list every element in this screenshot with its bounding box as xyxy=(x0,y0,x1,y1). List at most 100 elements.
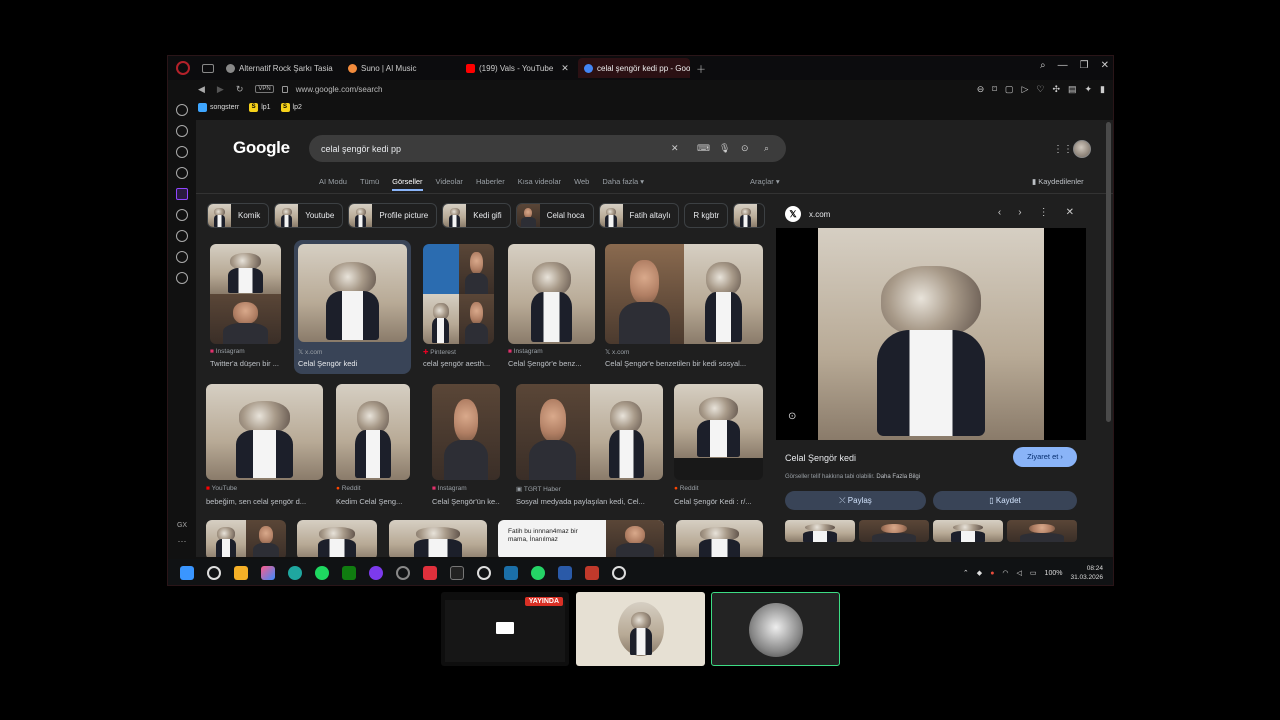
steam-icon[interactable] xyxy=(504,566,518,580)
reload-icon[interactable]: ↻ xyxy=(236,84,244,95)
wifi-icon[interactable]: ◠ xyxy=(1002,569,1008,577)
chip-profile-picture[interactable]: Profile picture xyxy=(348,203,438,228)
result-card[interactable] xyxy=(206,520,286,557)
chip-fatih-altayli[interactable]: Fatih altaylı xyxy=(598,203,680,228)
filter-images[interactable]: Görseller xyxy=(392,177,423,191)
chip-celal-hoca[interactable]: Celal hoca xyxy=(515,203,594,228)
gx-control-icon[interactable] xyxy=(176,104,188,116)
preview-title[interactable]: Celal Şengör kedi xyxy=(785,453,856,463)
result-card[interactable]: ✚ Pinterest celal şengör aesth... xyxy=(423,244,494,374)
participant-tile[interactable] xyxy=(576,592,705,666)
opera-gx-logo-icon[interactable] xyxy=(176,61,190,75)
tab-suno[interactable]: Suno | AI Music xyxy=(342,58,460,78)
related-image[interactable] xyxy=(933,520,1003,542)
result-card[interactable]: Fatih bu innnan4maz bir mama, İnanılmaz xyxy=(498,520,664,557)
workspaces-icon[interactable] xyxy=(202,63,214,73)
result-card[interactable] xyxy=(297,520,377,557)
filter-ai-mode[interactable]: AI Modu xyxy=(319,177,347,191)
filter-news[interactable]: Haberler xyxy=(476,177,505,191)
result-card[interactable]: ■ Instagram Celal Şengör'e benz... xyxy=(508,244,595,374)
clock[interactable]: 08:24 31.03.2026 xyxy=(1070,564,1103,582)
lens-search-icon[interactable]: ⊙ xyxy=(788,411,796,422)
lock-icon[interactable] xyxy=(281,85,288,93)
microphone-icon[interactable]: 🎙 xyxy=(719,143,730,154)
result-card[interactable]: 𝕏 x.com Celal Şengör'e benzetilen bir ke… xyxy=(605,244,763,374)
chip-r-kgbtr[interactable]: R kgbtr xyxy=(684,203,729,228)
tray-app-icon[interactable]: ◆ xyxy=(977,569,982,577)
filter-web[interactable]: Web xyxy=(574,177,589,191)
app-icon[interactable] xyxy=(585,566,599,580)
media-player-icon[interactable] xyxy=(477,566,491,580)
app-icon[interactable] xyxy=(612,566,626,580)
save-button[interactable]: ▯ Kaydet xyxy=(933,491,1077,510)
extensions-sidebar-icon[interactable] xyxy=(176,251,188,263)
app-icon[interactable] xyxy=(423,566,437,580)
taskbar-search-icon[interactable] xyxy=(207,566,221,580)
google-logo[interactable]: Google xyxy=(233,138,290,158)
close-preview-icon[interactable]: ✕ xyxy=(1066,207,1074,218)
lens-icon[interactable]: ⊙ xyxy=(741,143,749,154)
chevron-up-icon[interactable]: ⌃ xyxy=(963,569,969,577)
chip-kedi-gifi[interactable]: Kedi gifi xyxy=(442,203,511,228)
bookmark-songsterr[interactable]: songsterr xyxy=(198,102,239,112)
related-image[interactable] xyxy=(785,520,855,542)
result-card[interactable] xyxy=(389,520,487,557)
keyboard-icon[interactable]: ⌨ xyxy=(697,143,710,154)
bookmark-lp1[interactable]: S lp1 xyxy=(249,102,271,112)
search-input[interactable]: celal şengör kedi pp xyxy=(321,144,401,154)
filter-all[interactable]: Tümü xyxy=(360,177,379,191)
app-icon[interactable] xyxy=(558,566,572,580)
participant-tile-active[interactable] xyxy=(711,592,840,666)
next-icon[interactable]: › xyxy=(1018,207,1021,218)
twitch-icon[interactable] xyxy=(176,188,188,200)
epic-games-icon[interactable] xyxy=(450,566,464,580)
forward-icon[interactable]: ▶ xyxy=(217,84,224,95)
close-window-icon[interactable]: ✕ xyxy=(1101,60,1109,71)
filter-videos[interactable]: Videolar xyxy=(436,177,463,191)
chip-overflow[interactable] xyxy=(733,203,766,228)
more-icon[interactable]: ··· xyxy=(178,536,187,546)
tab-google-search[interactable]: celal şengör kedi pp - Goo xyxy=(578,58,690,78)
search-icon[interactable]: ⌕ xyxy=(764,143,769,154)
chip-youtube[interactable]: Youtube xyxy=(274,203,344,228)
cast-icon[interactable]: ▤ xyxy=(1068,84,1077,95)
result-card-selected[interactable]: 𝕏 x.com Celal Şengör kedi xyxy=(294,240,411,374)
opera-gx-taskbar-icon[interactable] xyxy=(396,566,410,580)
spotify-icon[interactable] xyxy=(315,566,329,580)
discord-icon[interactable] xyxy=(176,209,188,221)
vpn-badge[interactable]: VPN xyxy=(255,85,274,93)
x-logo-icon[interactable]: 𝕏 xyxy=(785,206,801,222)
xbox-icon[interactable] xyxy=(342,566,356,580)
filter-more[interactable]: Daha fazla ▾ xyxy=(602,177,644,191)
tools-button[interactable]: Araçlar ▾ xyxy=(750,177,780,186)
sidebar-toggle-icon[interactable]: ▮ xyxy=(1100,84,1105,95)
player-icon[interactable]: ▷ xyxy=(1021,84,1028,95)
scrollbar-thumb[interactable] xyxy=(1106,122,1111,422)
preview-image-area[interactable]: ⊙ xyxy=(776,228,1086,440)
zoom-icon[interactable]: ⊖ xyxy=(977,84,985,95)
bookmark-lp2[interactable]: S lp2 xyxy=(280,102,302,112)
result-card[interactable]: ▣ TGRT Haber Sosyal medyada paylaşılan k… xyxy=(516,384,663,514)
extensions-icon[interactable]: ✣ xyxy=(1052,84,1060,95)
heart-icon[interactable]: ♡ xyxy=(1036,84,1044,95)
settings-icon[interactable] xyxy=(176,272,188,284)
new-tab-icon[interactable]: ＋ xyxy=(696,61,706,76)
copilot-icon[interactable] xyxy=(261,566,275,580)
preview-site-name[interactable]: x.com xyxy=(809,210,830,219)
gx-corner-icon[interactable] xyxy=(176,125,188,137)
history-icon[interactable] xyxy=(176,230,188,242)
volume-icon[interactable]: ◁ xyxy=(1017,569,1022,577)
filter-short-videos[interactable]: Kısa videolar xyxy=(518,177,561,191)
learn-more-link[interactable]: Daha Fazla Bilgi xyxy=(876,474,920,480)
more-options-icon[interactable]: ⋮ xyxy=(1039,207,1049,218)
result-card[interactable]: ■ Instagram Twitter'a düşen bir ... xyxy=(210,244,281,374)
tab-alternatif-rock[interactable]: Alternatif Rock Şarkı Tasia xyxy=(220,58,342,78)
account-avatar[interactable] xyxy=(1073,140,1091,158)
minimize-icon[interactable]: — xyxy=(1058,60,1068,71)
maximize-icon[interactable]: ❐ xyxy=(1080,60,1089,71)
chip-komik[interactable]: Komik xyxy=(207,203,270,228)
bookmark-icon[interactable]: ⌑ xyxy=(992,84,997,95)
saved-button[interactable]: ▮ Kaydedilenler xyxy=(1032,177,1084,186)
discord-taskbar-icon[interactable] xyxy=(369,566,383,580)
related-image[interactable] xyxy=(1007,520,1077,542)
